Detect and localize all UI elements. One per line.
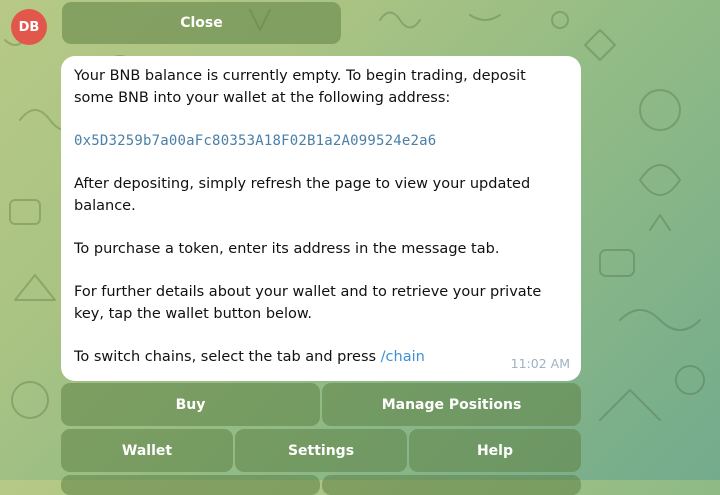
manage-positions-button[interactable]: Manage Positions — [322, 383, 581, 426]
message-paragraph-switch-chains: To switch chains, select the tab and pre… — [74, 346, 569, 368]
avatar[interactable]: DB — [11, 9, 47, 45]
message-paragraph-refresh: After depositing, simply refresh the pag… — [74, 176, 531, 214]
close-button[interactable]: Close — [62, 2, 341, 44]
switch-chains-text: To switch chains, select the tab and pre… — [74, 349, 381, 365]
message-timestamp: 11:02 AM — [510, 356, 570, 371]
wallet-address[interactable]: 0x5D3259b7a00aFc80353A18F02B1a2A099524e2… — [74, 133, 436, 149]
message-paragraph-purchase: To purchase a token, enter its address i… — [74, 241, 500, 257]
chain-command-link[interactable]: /chain — [381, 349, 425, 365]
wallet-button[interactable]: Wallet — [61, 429, 233, 472]
buy-button[interactable]: Buy — [61, 383, 320, 426]
message-paragraph-wallet-details: For further details about your wallet an… — [74, 284, 542, 322]
message-bubble: Your BNB balance is currently empty. To … — [61, 56, 581, 381]
keyboard-button-row3-right[interactable] — [322, 475, 581, 495]
help-button[interactable]: Help — [409, 429, 581, 472]
settings-button[interactable]: Settings — [235, 429, 407, 472]
keyboard-button-row3-left[interactable] — [61, 475, 320, 495]
message-paragraph-deposit: Your BNB balance is currently empty. To … — [74, 68, 526, 106]
